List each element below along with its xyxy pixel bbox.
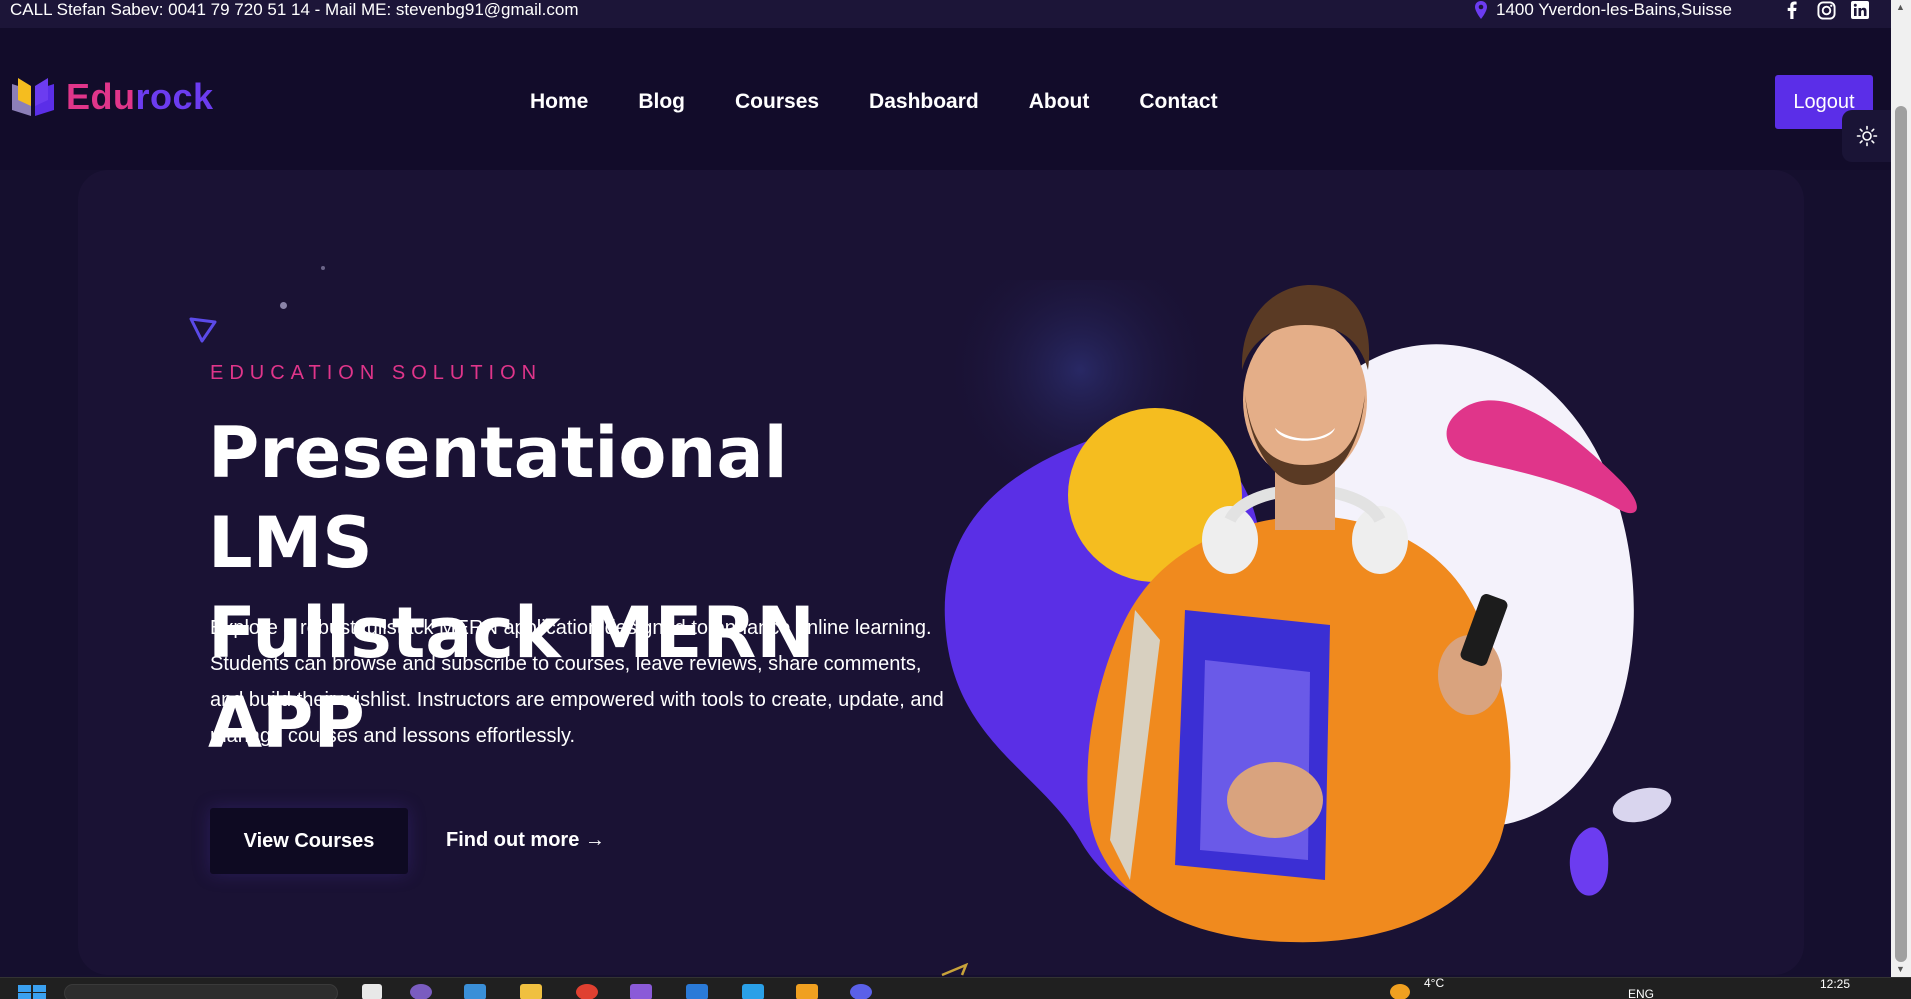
scroll-up-arrow-icon[interactable]: ▲ [1896, 2, 1906, 12]
triangle-decoration [189, 317, 217, 343]
theme-toggle[interactable] [1842, 110, 1892, 162]
windows-start-icon[interactable] [18, 985, 46, 999]
app-icon[interactable] [796, 984, 818, 999]
location-text: 1400 Yverdon-les-Bains,Suisse [1496, 0, 1732, 19]
lavender-drop [1612, 787, 1672, 823]
social-links [1782, 0, 1870, 20]
left-hand [1227, 762, 1323, 838]
book-logo-icon [12, 78, 54, 116]
top-contact-bar: CALL Stefan Sabev: 0041 79 720 51 14 - M… [0, 0, 1891, 28]
purple-drop [1569, 827, 1609, 896]
os-taskbar: 4°C ENG 12:25 [0, 976, 1911, 999]
nav-home[interactable]: Home [530, 90, 588, 114]
find-out-more-link[interactable]: Find out more → [446, 829, 605, 852]
instagram-icon[interactable] [1816, 0, 1836, 20]
app-icon[interactable] [686, 984, 708, 999]
facebook-icon[interactable] [1782, 0, 1802, 20]
nav-blog[interactable]: Blog [638, 90, 685, 114]
visual-studio-icon[interactable] [630, 984, 652, 999]
linkedin-icon[interactable] [1850, 0, 1870, 20]
task-view-icon[interactable] [362, 984, 382, 999]
logo[interactable]: Edurock [10, 76, 214, 118]
triangle-decoration [941, 963, 969, 977]
logo-text: Edurock [66, 76, 214, 117]
contact-info: CALL Stefan Sabev: 0041 79 720 51 14 - M… [10, 0, 579, 19]
scrollbar-thumb[interactable] [1895, 106, 1907, 962]
location: 1400 Yverdon-les-Bains,Suisse [1474, 0, 1732, 20]
teams-icon[interactable] [410, 984, 432, 999]
nav-dashboard[interactable]: Dashboard [869, 90, 979, 114]
nav-courses[interactable]: Courses [735, 90, 819, 114]
hero-eyebrow: EDUCATION SOLUTION [210, 362, 543, 384]
file-explorer-icon[interactable] [520, 984, 542, 999]
page-scrollbar[interactable]: ▲ ▼ [1891, 0, 1911, 977]
weather-icon [1390, 984, 1410, 999]
clock[interactable]: 12:25 [1820, 977, 1850, 991]
language-indicator[interactable]: ENG [1628, 987, 1654, 999]
view-courses-button[interactable]: View Courses [210, 808, 408, 874]
nav-contact[interactable]: Contact [1139, 90, 1217, 114]
sun-icon [1856, 125, 1878, 147]
taskbar-search[interactable] [64, 984, 338, 999]
dot-decoration [280, 302, 287, 309]
hero-illustration [940, 280, 1672, 943]
discord-icon[interactable] [850, 984, 872, 999]
dot-decoration [321, 266, 325, 270]
face [1243, 320, 1367, 480]
vscode-icon[interactable] [742, 984, 764, 999]
site-header: Edurock Home Blog Courses Dashboard Abou… [0, 28, 1891, 170]
scroll-down-arrow-icon[interactable]: ▼ [1896, 964, 1906, 974]
headline-line-1: Presentational LMS [208, 412, 788, 584]
weather-temp: 4°C [1424, 976, 1445, 990]
store-icon[interactable] [464, 984, 486, 999]
chrome-icon[interactable] [576, 984, 598, 999]
hero-description: Explore a robust fullstack MERN applicat… [210, 617, 944, 747]
map-pin-icon [1475, 1, 1487, 19]
main-nav: Home Blog Courses Dashboard About Contac… [530, 90, 1218, 114]
nav-about[interactable]: About [1029, 90, 1090, 114]
